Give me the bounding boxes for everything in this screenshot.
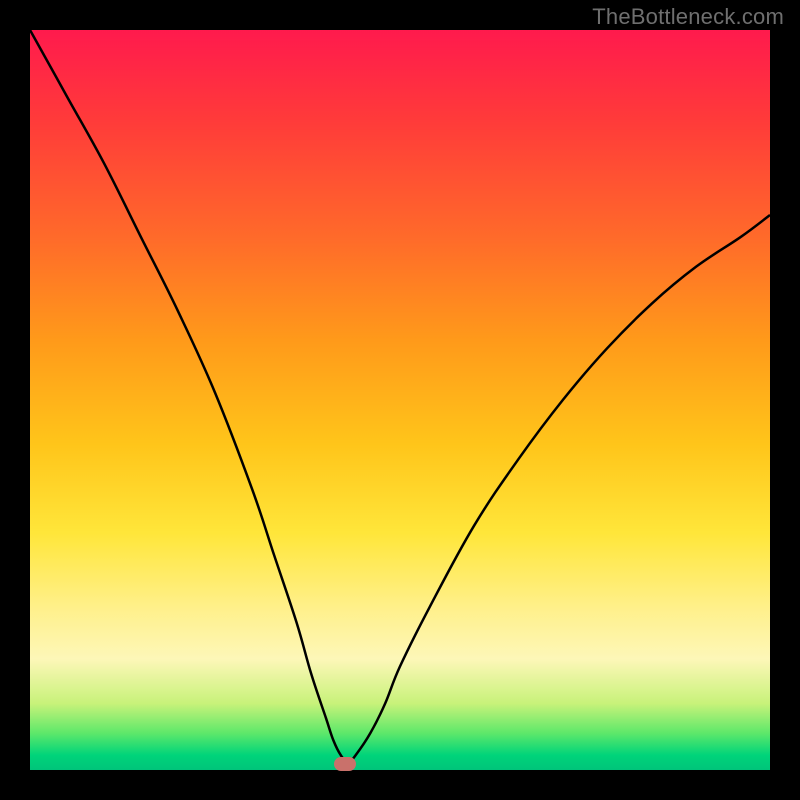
curve-path <box>30 30 770 763</box>
plot-area <box>30 30 770 770</box>
chart-frame: TheBottleneck.com <box>0 0 800 800</box>
bottleneck-curve <box>30 30 770 770</box>
minimum-marker <box>334 757 356 771</box>
watermark-text: TheBottleneck.com <box>592 4 784 30</box>
